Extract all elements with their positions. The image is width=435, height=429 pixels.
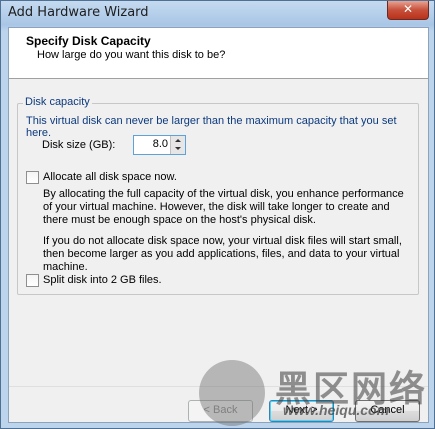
allocate-checkbox[interactable]: [26, 171, 39, 184]
split-label[interactable]: Split disk into 2 GB files.: [43, 274, 162, 286]
arrow-down-icon: [175, 147, 181, 150]
capacity-description: This virtual disk can never be larger th…: [26, 115, 397, 139]
disk-size-stepper[interactable]: 8.0: [133, 135, 186, 155]
arrow-up-icon: [175, 139, 181, 142]
disk-capacity-group: Disk capacity This virtual disk can neve…: [17, 96, 419, 295]
title-bar[interactable]: Add Hardware Wizard ✕: [1, 1, 434, 27]
split-checkbox[interactable]: [26, 274, 39, 287]
cancel-button[interactable]: Cancel: [355, 400, 420, 422]
disk-size-label: Disk size (GB):: [42, 139, 116, 151]
window-title: Add Hardware Wizard: [8, 5, 149, 20]
allocate-label[interactable]: Allocate all disk space now.: [43, 171, 177, 183]
disk-size-value[interactable]: 8.0: [153, 138, 168, 150]
group-label: Disk capacity: [23, 96, 92, 108]
wizard-content: Specify Disk Capacity How large do you w…: [8, 27, 429, 423]
wizard-header: Specify Disk Capacity How large do you w…: [9, 28, 428, 79]
page-subtitle: How large do you want this disk to be?: [37, 49, 226, 61]
page-title: Specify Disk Capacity: [26, 34, 151, 48]
allocate-explanation: By allocating the full capacity of the v…: [43, 188, 404, 226]
footer-divider: [9, 386, 428, 387]
next-button[interactable]: Next >: [269, 400, 334, 422]
stepper-buttons: [170, 136, 185, 154]
back-button[interactable]: < Back: [188, 400, 253, 422]
wizard-window: Add Hardware Wizard ✕ Specify Disk Capac…: [0, 0, 435, 429]
stepper-down-button[interactable]: [171, 145, 185, 154]
no-allocate-explanation: If you do not allocate disk space now, y…: [43, 235, 402, 273]
close-button[interactable]: ✕: [387, 1, 429, 20]
close-icon: ✕: [402, 2, 414, 16]
